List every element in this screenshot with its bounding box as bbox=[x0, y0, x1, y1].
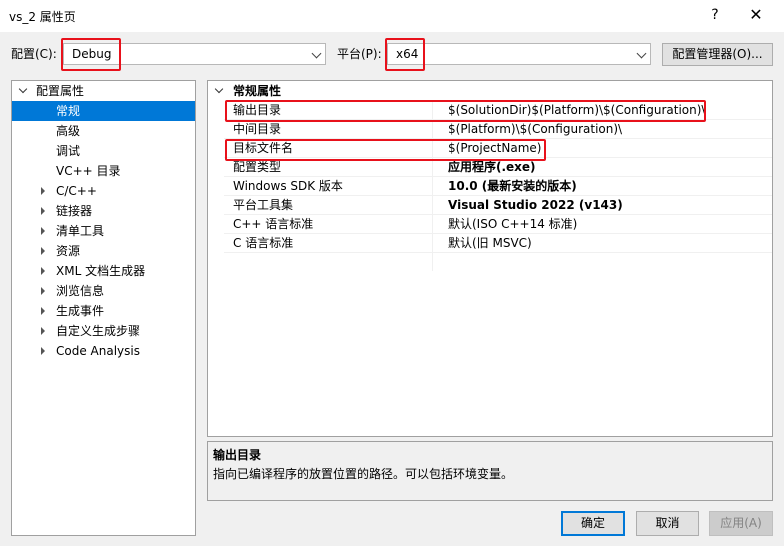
chevron-right-icon[interactable] bbox=[41, 327, 45, 335]
config-highlight-box bbox=[61, 38, 121, 71]
property-row[interactable]: Windows SDK 版本 10.0 (最新安装的版本) bbox=[224, 177, 772, 196]
property-value[interactable]: 默认(旧 MSVC) bbox=[448, 234, 532, 252]
chevron-down-icon[interactable] bbox=[18, 84, 28, 94]
platform-select[interactable]: x64 bbox=[387, 43, 651, 65]
chevron-right-icon[interactable] bbox=[41, 247, 45, 255]
section-title: 常规属性 bbox=[233, 84, 282, 98]
property-row[interactable]: C++ 语言标准 默认(ISO C++14 标准) bbox=[224, 215, 772, 234]
tree-item[interactable]: 调试 bbox=[12, 141, 195, 161]
tree-item-label: 自定义生成步骤 bbox=[56, 324, 141, 338]
property-row[interactable]: C 语言标准 默认(旧 MSVC) bbox=[224, 234, 772, 253]
tree-item[interactable]: Code Analysis bbox=[12, 341, 195, 361]
chevron-right-icon[interactable] bbox=[41, 267, 45, 275]
tree-item[interactable]: 浏览信息 bbox=[12, 281, 195, 301]
tree-item-label: 常规 bbox=[56, 104, 81, 118]
tree-item-label: XML 文档生成器 bbox=[56, 264, 146, 278]
tree-item-label: 调试 bbox=[56, 144, 81, 158]
chevron-right-icon[interactable] bbox=[41, 227, 45, 235]
chevron-right-icon[interactable] bbox=[41, 207, 45, 215]
cancel-button[interactable]: 取消 bbox=[636, 511, 699, 536]
chevron-down-icon bbox=[311, 48, 322, 59]
output-dir-highlight-box bbox=[225, 100, 706, 122]
chevron-right-icon[interactable] bbox=[41, 287, 45, 295]
tree-root[interactable]: 配置属性 bbox=[12, 81, 195, 101]
title-bar bbox=[0, 0, 784, 32]
tree-item[interactable]: 常规 bbox=[12, 101, 195, 121]
tree-item[interactable]: 生成事件 bbox=[12, 301, 195, 321]
property-row[interactable]: 中间目录 $(Platform)\$(Configuration)\ bbox=[224, 120, 772, 139]
property-name: Windows SDK 版本 bbox=[233, 179, 343, 193]
target-name-highlight-box bbox=[225, 139, 546, 161]
tree-item-label: 生成事件 bbox=[56, 304, 105, 318]
tree-item-label: Code Analysis bbox=[56, 344, 140, 358]
tree-item[interactable]: 高级 bbox=[12, 121, 195, 141]
property-value[interactable]: $(Platform)\$(Configuration)\ bbox=[448, 120, 622, 138]
chevron-right-icon[interactable] bbox=[41, 307, 45, 315]
config-label: 配置(C): bbox=[11, 47, 57, 61]
tree-item-label: 链接器 bbox=[56, 204, 93, 218]
tree-item[interactable]: XML 文档生成器 bbox=[12, 261, 195, 281]
property-name: 中间目录 bbox=[233, 122, 282, 136]
platform-highlight-box bbox=[385, 38, 425, 71]
tree-item-label: 清单工具 bbox=[56, 224, 105, 238]
property-row[interactable]: 平台工具集 Visual Studio 2022 (v143) bbox=[224, 196, 772, 215]
tree-item-label: C/C++ bbox=[56, 184, 97, 198]
property-value[interactable]: Visual Studio 2022 (v143) bbox=[448, 196, 623, 214]
section-header[interactable]: 常规属性 bbox=[208, 81, 772, 101]
tree-item-label: VC++ 目录 bbox=[56, 164, 121, 178]
window-title: vs_2 属性页 bbox=[9, 10, 76, 24]
description-panel: 输出目录 指向已编译程序的放置位置的路径。可以包括环境变量。 bbox=[207, 441, 773, 501]
property-name: 平台工具集 bbox=[233, 198, 294, 212]
property-name: C 语言标准 bbox=[233, 236, 294, 250]
apply-button[interactable]: 应用(A) bbox=[709, 511, 773, 536]
chevron-down-icon bbox=[636, 48, 647, 59]
tree-item[interactable]: C/C++ bbox=[12, 181, 195, 201]
ok-button[interactable]: 确定 bbox=[561, 511, 625, 536]
tree-item[interactable]: 资源 bbox=[12, 241, 195, 261]
tree-item[interactable]: 自定义生成步骤 bbox=[12, 321, 195, 341]
property-tree[interactable]: 配置属性 常规高级调试 VC++ 目录 C/C++ 链接器清单工具资源 XML 文档生成… bbox=[11, 80, 196, 536]
property-grid[interactable]: 常规属性 输出目录 $(SolutionDir)$(Platform)\$(Con… bbox=[207, 80, 773, 437]
chevron-down-icon[interactable] bbox=[214, 84, 224, 94]
description-text: 指向已编译程序的放置位置的路径。可以包括环境变量。 bbox=[213, 467, 514, 481]
tree-item[interactable]: 链接器 bbox=[12, 201, 195, 221]
tree-item-label: 资源 bbox=[56, 244, 81, 258]
help-button[interactable]: ? bbox=[704, 4, 726, 26]
tree-item-label: 高级 bbox=[56, 124, 81, 138]
tree-item[interactable]: VC++ 目录 bbox=[12, 161, 195, 181]
property-value[interactable]: 10.0 (最新安装的版本) bbox=[448, 177, 577, 195]
tree-item[interactable]: 清单工具 bbox=[12, 221, 195, 241]
platform-label: 平台(P): bbox=[337, 47, 382, 61]
config-manager-button[interactable]: 配置管理器(O)... bbox=[662, 43, 773, 66]
property-value[interactable]: 默认(ISO C++14 标准) bbox=[448, 215, 577, 233]
chevron-right-icon[interactable] bbox=[41, 347, 45, 355]
tree-root-label: 配置属性 bbox=[36, 84, 85, 98]
close-button[interactable]: ✕ bbox=[742, 4, 770, 26]
tree-item-label: 浏览信息 bbox=[56, 284, 105, 298]
chevron-right-icon[interactable] bbox=[41, 187, 45, 195]
property-name: C++ 语言标准 bbox=[233, 217, 314, 231]
description-title: 输出目录 bbox=[213, 448, 262, 462]
